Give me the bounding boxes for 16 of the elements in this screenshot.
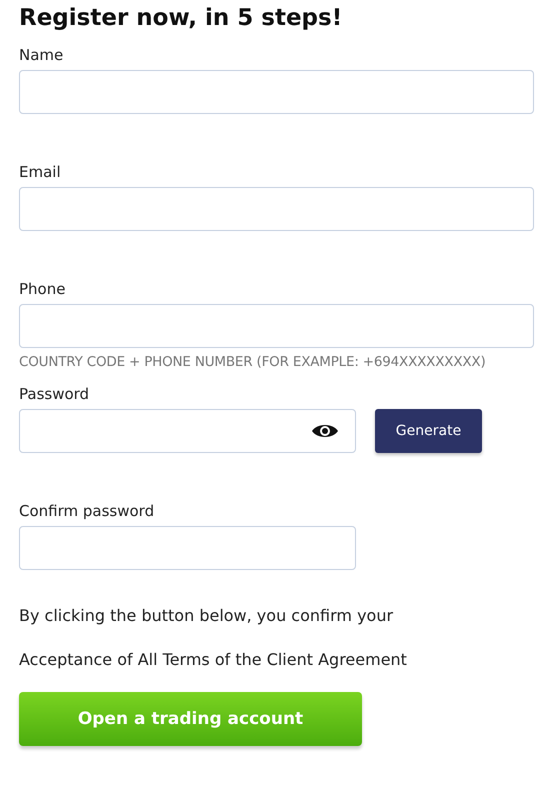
field-label: Email (19, 162, 62, 182)
field-label: Confirm password (19, 501, 156, 521)
page-title: Register now, in 5 steps! (19, 4, 344, 33)
field-label: Phone (19, 279, 66, 299)
eye-icon[interactable] (311, 422, 339, 440)
input-field[interactable] (19, 304, 534, 348)
consent-text: By clicking the button below, you confirm your (19, 606, 394, 626)
password-field[interactable] (19, 409, 356, 453)
input-field[interactable] (19, 526, 356, 570)
field-label: Password (19, 384, 90, 404)
generate-button[interactable]: Generate (375, 409, 482, 453)
input-field[interactable] (19, 70, 534, 114)
consent-text: Acceptance of All Terms of the Client Agreement (19, 650, 408, 670)
input-field[interactable] (19, 187, 534, 231)
field-hint: COUNTRY CODE + PHONE NUMBER (FOR EXAMPLE: +694XXXXXXXXX) (19, 354, 487, 370)
field-label: Name (19, 45, 64, 65)
